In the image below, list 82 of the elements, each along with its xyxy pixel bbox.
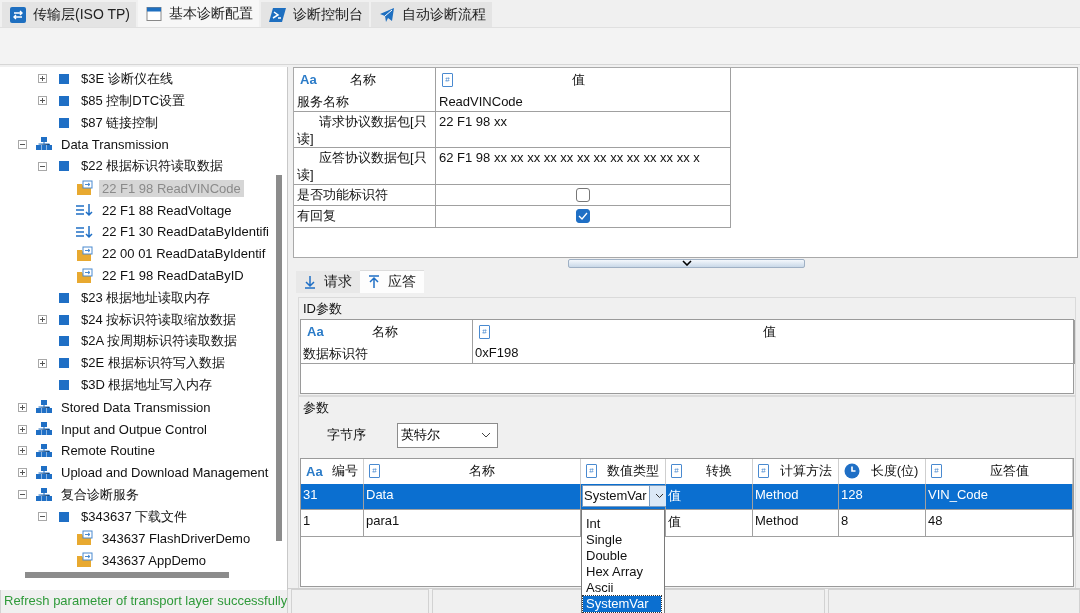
number-type-icon: # — [671, 464, 682, 479]
dropdown-option[interactable]: Int — [583, 515, 661, 532]
property-name: 是否功能标识符 — [294, 184, 436, 206]
tree-item[interactable]: $22 根据标识符读取数据 — [78, 156, 227, 177]
tree-item[interactable]: 22 F1 88 ReadVoltage — [99, 201, 235, 219]
tree-item[interactable]: $24 按标识符读取缩放数据 — [78, 309, 240, 330]
dropdown-option[interactable]: Double — [583, 547, 661, 564]
status-message: Refresh parameter of transport layer successfully — [0, 588, 288, 613]
property-name: 应答协议数据包[只读] — [294, 147, 436, 185]
number-type-icon: # — [931, 464, 942, 479]
table-cell: 数据标识符 — [301, 343, 473, 364]
dropdown-option[interactable]: SystemVar — [583, 595, 661, 612]
number-type-icon: # — [586, 464, 597, 479]
column-header: 转换 — [705, 462, 733, 481]
table-cell: VIN_Code — [926, 483, 1073, 510]
tree-item[interactable]: 22 F1 30 ReadDataByIdentifi — [99, 223, 272, 241]
table-cell: para1 — [364, 509, 581, 537]
group-title: ID参数 — [302, 299, 343, 318]
property-value: ReadVINCode — [436, 91, 731, 112]
table-cell: 128 — [839, 483, 926, 510]
property-value: 22 F1 98 xx — [436, 111, 731, 148]
column-header: 长度(位) — [869, 462, 920, 481]
tab[interactable]: 自动诊断流程 — [370, 2, 492, 27]
column-header: 编号 — [330, 462, 359, 481]
text-type-icon: Aa — [300, 72, 317, 88]
number-type-icon: # — [369, 464, 380, 479]
tree-item[interactable]: Input and Outpue Control — [58, 420, 210, 438]
number-type-icon: # — [442, 72, 453, 87]
column-header: 名称 — [468, 462, 496, 481]
table-cell: 31 — [301, 483, 364, 510]
tree-item[interactable]: $23 根据地址读取内存 — [78, 287, 214, 308]
tab[interactable]: 请求 — [296, 270, 360, 293]
property-name: 服务名称 — [294, 91, 436, 112]
table-cell: 值 — [666, 509, 753, 537]
tab[interactable]: 基本诊断配置 — [137, 0, 259, 27]
column-header: 名称 — [370, 322, 399, 341]
tree-item[interactable]: $2E 根据标识符写入数据 — [78, 353, 228, 374]
column-header: 应答值 — [988, 462, 1030, 481]
tree-item[interactable]: 复合诊断服务 — [58, 484, 142, 505]
number-type-icon: # — [758, 464, 769, 479]
tree-item[interactable]: $3E 诊断仪在线 — [78, 68, 176, 89]
tree-item[interactable]: 22 00 01 ReadDataByIdentif — [99, 245, 269, 263]
column-header: 值 — [761, 322, 777, 341]
tree-item[interactable]: $87 链接控制 — [78, 112, 162, 133]
table-cell: Method — [753, 509, 839, 537]
property-name: 请求协议数据包[只读] — [294, 111, 436, 148]
tree-item[interactable]: $2A 按周期标识符读取数据 — [78, 331, 241, 352]
property-name: 有回复 — [294, 205, 436, 228]
table-cell: 1 — [301, 509, 364, 537]
table-cell: 8 — [839, 509, 926, 537]
tree-item[interactable]: Upload and Download Management — [58, 464, 272, 482]
tree-item[interactable]: Remote Routine — [58, 442, 158, 460]
tree-item[interactable]: 22 F1 98 ReadDataByID — [99, 267, 247, 285]
dropdown-option[interactable]: Ascii — [583, 579, 661, 596]
tree-item[interactable]: $3D 根据地址写入内存 — [78, 375, 216, 396]
column-header: 名称 — [348, 70, 377, 89]
tree-item[interactable]: Stored Data Transmission — [58, 398, 214, 416]
tab[interactable]: 传输层(ISO TP) — [2, 2, 136, 27]
group-title: 参数 — [302, 398, 330, 417]
property-value: 62 F1 98 xx xx xx xx xx xx xx xx xx xx xx xx x — [436, 147, 731, 185]
dropdown-option[interactable]: Single — [583, 531, 661, 548]
text-type-icon: Aa — [307, 324, 324, 340]
column-header: 值 — [571, 70, 586, 89]
tab[interactable]: 应答 — [360, 269, 424, 293]
tab[interactable]: 诊断控制台 — [260, 2, 369, 27]
tree-item[interactable]: $343637 下载文件 — [78, 506, 191, 527]
field-label: 字节序 — [326, 426, 367, 445]
table-cell: Method — [753, 483, 839, 510]
tree-item[interactable]: 343637 FlashDriverDemo — [99, 529, 254, 547]
table-cell: Data — [364, 483, 581, 510]
column-header: 计算方法 — [778, 462, 833, 481]
column-header: 数值类型 — [606, 462, 660, 481]
tree-item[interactable]: 343637 AppDemo — [99, 551, 210, 569]
tree-item[interactable]: Data Transmission — [58, 135, 172, 153]
byte-order-select[interactable]: 英特尔 — [397, 422, 498, 448]
table-cell: 48 — [926, 509, 1073, 537]
table-cell: 值 — [666, 483, 753, 510]
table-cell: 0xF198 — [473, 343, 1075, 364]
tree-item[interactable]: $85 控制DTC设置 — [78, 90, 189, 111]
number-type-icon: # — [479, 324, 490, 339]
text-type-icon: Aa — [306, 463, 323, 479]
dropdown-option[interactable]: Hex Array — [583, 563, 661, 580]
